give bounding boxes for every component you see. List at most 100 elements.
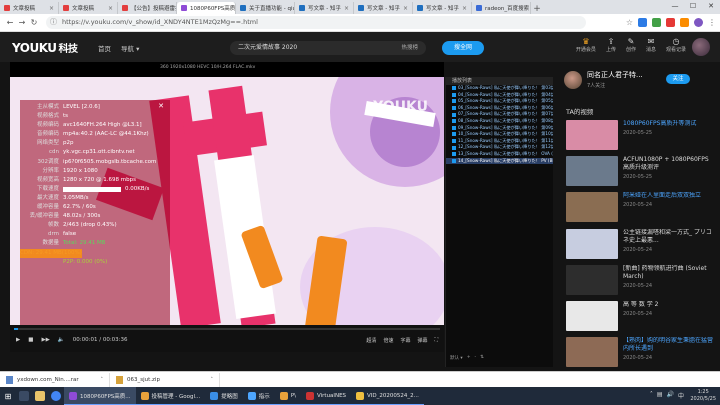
- progress-bar[interactable]: [14, 328, 440, 330]
- taskbar-app[interactable]: 提略图: [205, 387, 243, 405]
- header-action[interactable]: ✎ 创作: [626, 37, 636, 53]
- browser-tab[interactable]: 关于直播功能 - qiu×: [236, 2, 295, 14]
- extension-icon[interactable]: [638, 18, 647, 27]
- video-title[interactable]: 阿米娅在人里面走后双双独立: [623, 192, 713, 200]
- taskbar-app[interactable]: 1080P60FPS高质...: [64, 387, 136, 405]
- taskbar-app[interactable]: P\: [274, 387, 301, 405]
- video-title[interactable]: 高 等 数 学 2: [623, 301, 713, 309]
- player-option[interactable]: 超清: [366, 337, 376, 344]
- playlist-item[interactable]: 03_[Snow-Raws] 私に天使が舞い降りた！ 第03話 (BD 1920…: [446, 85, 553, 92]
- tab-close-icon[interactable]: ×: [462, 5, 467, 12]
- header-action[interactable]: ♛ 开通会员: [576, 37, 596, 53]
- extension-icon[interactable]: [666, 18, 675, 27]
- video-thumbnail[interactable]: [566, 192, 618, 223]
- extension-icon[interactable]: [652, 18, 661, 27]
- follow-button[interactable]: 关注: [666, 74, 690, 84]
- back-icon[interactable]: ←: [4, 18, 16, 27]
- playlist-footer-button[interactable]: ⇅: [480, 355, 484, 361]
- close-icon[interactable]: ✕: [158, 102, 164, 110]
- browser-tab[interactable]: 写文章 - 知乎 ×: [295, 2, 354, 14]
- taskbar-app[interactable]: 投稿管理 - Googl...: [135, 387, 206, 405]
- video-thumbnail[interactable]: [566, 228, 618, 259]
- browser-tab[interactable]: 写文章 - 知乎 ×: [354, 2, 413, 14]
- reload-icon[interactable]: ↻: [28, 18, 40, 27]
- video-thumbnail[interactable]: [566, 264, 618, 295]
- related-video[interactable]: 1080P60FPS高质升等测试 2020-05-25: [566, 120, 716, 156]
- extension-icon[interactable]: [680, 18, 689, 27]
- browser-icon[interactable]: [51, 391, 61, 401]
- related-video[interactable]: 【熟肉】购的明谷家生秉脂在猛营内所长遇到 2020-05-24: [566, 337, 716, 373]
- playlist-footer-button[interactable]: 默认 ▾: [450, 355, 463, 361]
- player-option[interactable]: 倍速: [383, 337, 393, 344]
- video-title[interactable]: 1080P60FPS高质升等测试: [623, 120, 713, 128]
- video-title[interactable]: ACFUN1080P + 1080P60FPS高质升级测评: [623, 156, 713, 172]
- chevron-up-icon[interactable]: ˄: [101, 377, 104, 383]
- playlist-item[interactable]: 08_[Snow-Raws] 私に天使が舞い降りた！ 第08話 (BD 1920…: [446, 118, 553, 125]
- related-video[interactable]: ACFUN1080P + 1080P60FPS高质升级测评 2020-05-25: [566, 156, 716, 192]
- video-player[interactable]: 360 1920x1080 HEVC 10/H.264 FLAC.mkv YOU…: [10, 62, 444, 352]
- browser-tab[interactable]: 文章投稿 ×: [59, 2, 118, 14]
- browser-tab[interactable]: 写文章 - 知乎 ×: [413, 2, 472, 14]
- browser-tab[interactable]: radeon_百度搜索×: [472, 2, 531, 14]
- video-title[interactable]: 【熟肉】购的明谷家生秉脂在猛营内所长遇到: [623, 337, 713, 353]
- playlist-item[interactable]: 06_[Snow-Raws] 私に天使が舞い降りた！ 第06話 (BD 1920…: [446, 105, 553, 112]
- playlist-item[interactable]: 09_[Snow-Raws] 私に天使が舞い降りた！ 第09話 (BD 1920…: [446, 125, 553, 132]
- header-action[interactable]: ✉ 消息: [646, 37, 656, 53]
- download-item[interactable]: yxdown.com_Nin....rar ˄: [0, 372, 110, 387]
- menu-icon[interactable]: ⋮: [708, 18, 716, 27]
- playlist-item[interactable]: 13_[Snow-Raws] 私に天使が舞い降りた！ OVA (BD 1920x…: [446, 151, 553, 158]
- tab-close-icon[interactable]: ×: [344, 5, 349, 12]
- browser-tab[interactable]: 1080P60FPS高质×: [177, 2, 236, 14]
- nav-link[interactable]: 首页: [98, 43, 111, 53]
- tab-close-icon[interactable]: ×: [49, 5, 54, 12]
- search-icon[interactable]: [19, 391, 29, 401]
- related-video[interactable]: 高 等 数 学 2 2020-05-24: [566, 300, 716, 337]
- volume-tray-icon[interactable]: 🔊: [667, 391, 674, 400]
- nav-link[interactable]: 导航 ▾: [121, 43, 139, 53]
- fullscreen-icon[interactable]: ⛶: [434, 337, 438, 344]
- related-video[interactable]: 阿米娅在人里面走后双双独立 2020-05-24: [566, 192, 716, 228]
- next-icon[interactable]: ▶▶: [41, 337, 49, 343]
- browser-tab[interactable]: 【公告】投稿避雷指×: [118, 2, 177, 14]
- new-tab-icon[interactable]: +: [531, 4, 543, 14]
- hot-search-link[interactable]: 热搜榜: [401, 41, 418, 55]
- playlist-item[interactable]: 11_[Snow-Raws] 私に天使が舞い降りた！ 第11話 (BD 1920…: [446, 138, 553, 145]
- chevron-up-icon[interactable]: ˄: [211, 377, 214, 383]
- windows-start-icon[interactable]: ⊞: [0, 387, 16, 405]
- tab-close-icon[interactable]: ×: [108, 5, 113, 12]
- download-item[interactable]: 063_sjut.zip ˄: [110, 372, 220, 387]
- bookmark-star-icon[interactable]: ☆: [626, 18, 633, 27]
- video-thumbnail[interactable]: [566, 300, 618, 331]
- stop-icon[interactable]: ■: [28, 337, 33, 343]
- avatar[interactable]: [692, 38, 710, 56]
- header-action[interactable]: ⇪ 上传: [606, 37, 616, 53]
- url-field[interactable]: https://v.youku.com/v_show/id_XNDY4NTE1M…: [46, 16, 586, 29]
- chevron-up-icon[interactable]: ˄: [650, 391, 653, 400]
- video-thumbnail[interactable]: [566, 156, 618, 187]
- maximize-icon[interactable]: ☐: [684, 0, 702, 12]
- minimize-icon[interactable]: —: [666, 0, 684, 12]
- header-action[interactable]: ◷ 观看记录: [666, 37, 686, 53]
- playlist-item[interactable]: 04_[Snow-Raws] 私に天使が舞い降りた！ 第04話 (BD 1920…: [446, 92, 553, 99]
- video-title[interactable]: [新曲] 药物领航进行曲 (Soviet March): [623, 265, 713, 281]
- browser-tab[interactable]: 文章投稿 ×: [0, 2, 59, 14]
- video-title[interactable]: 公主链接漏嗒和梁一方式_ プリコネ史上最悪...: [623, 229, 713, 245]
- video-thumbnail[interactable]: [566, 337, 618, 368]
- playlist-item[interactable]: 14_[Snow-Raws] 私に天使が舞い降りた！ PV (BD 1920x1…: [446, 157, 553, 165]
- related-video[interactable]: 公主链接漏嗒和梁一方式_ プリコネ史上最悪... 2020-05-24: [566, 228, 716, 265]
- youku-logo[interactable]: YOUKU 科技: [12, 40, 78, 55]
- play-icon[interactable]: ▶: [16, 337, 20, 343]
- network-icon[interactable]: ▤: [657, 391, 663, 400]
- player-option[interactable]: 弹幕: [417, 337, 427, 344]
- playlist-footer-button[interactable]: +: [467, 355, 471, 361]
- clock[interactable]: 1:25 2020/5/25: [690, 389, 716, 403]
- channel-avatar[interactable]: [564, 70, 582, 89]
- playlist-item[interactable]: 12_[Snow-Raws] 私に天使が舞い降りた！ 第12話 (BD 1920…: [446, 144, 553, 151]
- close-window-icon[interactable]: ✕: [702, 0, 720, 12]
- forward-icon[interactable]: →: [16, 18, 28, 27]
- playlist-footer-button[interactable]: -: [474, 355, 476, 361]
- search-input[interactable]: 二次元爱情故事 2020 热搜榜: [230, 41, 426, 55]
- related-video[interactable]: [新曲] 药物领航进行曲 (Soviet March) 2020-05-24: [566, 264, 716, 301]
- taskbar-app[interactable]: 指示: [242, 387, 275, 405]
- channel-info[interactable]: 同名正人君子特... 7人关注: [564, 70, 643, 89]
